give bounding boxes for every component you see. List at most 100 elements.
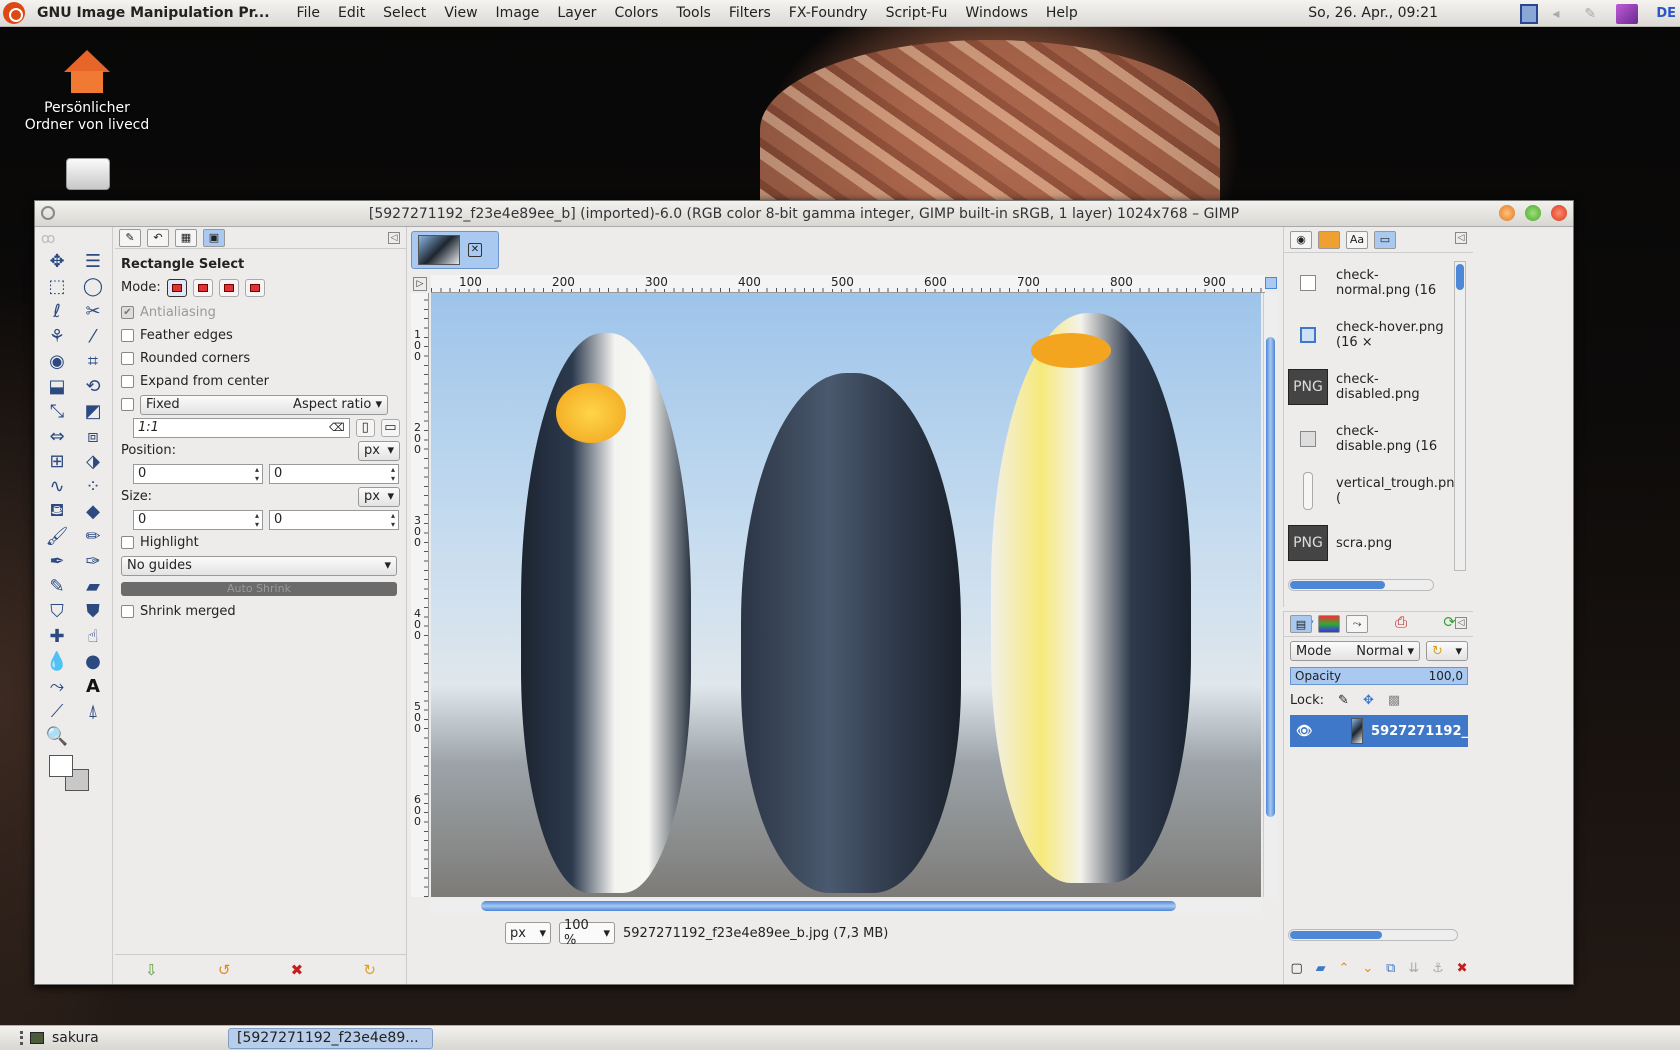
close-button[interactable] bbox=[1551, 205, 1567, 221]
device-status-tab-icon[interactable]: ▦ bbox=[175, 228, 197, 247]
raise-layer-icon[interactable]: ⌃ bbox=[1339, 961, 1350, 976]
foreground-select-icon[interactable]: ◉ bbox=[39, 349, 75, 374]
align-tool-icon[interactable]: ☰ bbox=[75, 249, 111, 274]
brush-list-hscroll-thumb[interactable] bbox=[1290, 581, 1385, 589]
duplicate-layer-icon[interactable]: ⧉ bbox=[1386, 961, 1395, 976]
fuzzy-select-tool-icon[interactable]: ⚘ bbox=[39, 324, 75, 349]
mode-intersect-button[interactable] bbox=[244, 278, 265, 297]
horizontal-scrollbar[interactable] bbox=[431, 899, 1261, 913]
merge-layer-icon[interactable]: ⇊ bbox=[1408, 961, 1419, 976]
session-icon[interactable] bbox=[1616, 3, 1639, 24]
list-item[interactable]: PNG check-disabled.png bbox=[1288, 361, 1452, 413]
menu-fx-foundry[interactable]: FX-Foundry bbox=[780, 5, 877, 21]
rounded-checkbox[interactable] bbox=[121, 352, 134, 365]
list-item[interactable]: check-normal.png (16 bbox=[1288, 257, 1452, 309]
menu-file[interactable]: File bbox=[288, 5, 329, 21]
cage-tool-icon[interactable]: ⊞ bbox=[39, 449, 75, 474]
tool-options-tab-icon[interactable]: ✎ bbox=[119, 228, 141, 247]
desktop-home-folder[interactable]: Persönlicher Ordner von livecd bbox=[22, 50, 152, 134]
size-w-input[interactable]: 0 bbox=[133, 509, 263, 530]
delete-layer-icon[interactable]: ✖ bbox=[1457, 961, 1468, 976]
guides-combo[interactable]: No guides ▾ bbox=[121, 555, 397, 576]
save-options-icon[interactable]: ⇩ bbox=[145, 961, 158, 979]
keyboard-layout[interactable]: DE bbox=[1656, 6, 1676, 21]
vertical-scroll-thumb[interactable] bbox=[1266, 337, 1275, 817]
desktop-drive[interactable] bbox=[64, 158, 112, 190]
clear-icon[interactable]: ⌫ bbox=[329, 421, 345, 434]
layers-panel-menu-icon[interactable]: ◁ bbox=[1455, 617, 1467, 629]
ubuntu-logo-icon[interactable] bbox=[3, 2, 25, 24]
auto-shrink-button[interactable]: Auto Shrink bbox=[121, 581, 397, 596]
magic-wand-icon[interactable]: ⁄ bbox=[75, 324, 111, 349]
composite-mode-combo[interactable]: ↻ ▾ bbox=[1426, 641, 1468, 661]
gradient-tool-icon[interactable]: ◆ bbox=[75, 499, 111, 524]
layers-tab-icon[interactable]: ▤ bbox=[1290, 615, 1312, 633]
path-tool-icon[interactable]: ⤳ bbox=[39, 674, 75, 699]
mode-replace-button[interactable] bbox=[166, 278, 187, 297]
perspective-tool-icon[interactable]: ⧈ bbox=[75, 424, 111, 449]
airbrush-icon[interactable]: ✒ bbox=[39, 549, 75, 574]
expand-row[interactable]: Expand from center bbox=[121, 370, 400, 393]
menu-help[interactable]: Help bbox=[1037, 5, 1087, 21]
ink-tool-icon[interactable]: ✑ bbox=[75, 549, 111, 574]
measure-tool-icon[interactable]: ⍋ bbox=[75, 699, 111, 724]
layer-row[interactable]: 👁 5927271192_ bbox=[1290, 715, 1468, 747]
shear-tool-icon[interactable]: ◩ bbox=[75, 399, 111, 424]
paths-tool-icon[interactable]: ⬓ bbox=[39, 374, 75, 399]
crop-tool-icon[interactable]: ⌗ bbox=[75, 349, 111, 374]
menu-image[interactable]: Image bbox=[487, 5, 549, 21]
horizontal-scroll-thumb[interactable] bbox=[481, 901, 1176, 911]
menu-edit[interactable]: Edit bbox=[329, 5, 374, 21]
image-tab[interactable]: ✕ bbox=[411, 231, 499, 269]
back-arrow-icon[interactable]: ◂ bbox=[1552, 6, 1570, 22]
heal-tool-icon[interactable]: ✚ bbox=[39, 624, 75, 649]
landscape-icon[interactable]: ▭ bbox=[380, 418, 401, 437]
list-item[interactable]: check-disable.png (16 bbox=[1288, 413, 1452, 465]
network-icon[interactable]: ✎ bbox=[1584, 6, 1602, 22]
documents-tab-icon[interactable]: ▭ bbox=[1374, 230, 1396, 249]
feather-row[interactable]: Feather edges bbox=[121, 324, 400, 347]
color-swatches[interactable] bbox=[49, 755, 91, 795]
menu-filters[interactable]: Filters bbox=[720, 5, 780, 21]
perspective-clone-icon[interactable]: ⛊ bbox=[75, 599, 111, 624]
undo-history-tab-icon[interactable]: ↶ bbox=[147, 228, 169, 247]
position-x-input[interactable]: 0 bbox=[133, 463, 263, 484]
mypaint-brush-icon[interactable]: ✎ bbox=[39, 574, 75, 599]
portrait-icon[interactable]: ▯ bbox=[355, 418, 375, 437]
lock-alpha-icon[interactable]: ▩ bbox=[1388, 693, 1400, 708]
brush-list-hscrollbar[interactable] bbox=[1288, 579, 1434, 591]
visibility-eye-icon[interactable]: 👁 bbox=[1296, 724, 1313, 739]
paths-tab-icon[interactable]: ⤳ bbox=[1346, 615, 1368, 633]
zoom-combo[interactable]: 100 % ▾ bbox=[559, 918, 615, 948]
delete-options-icon[interactable]: ✖ bbox=[291, 961, 304, 979]
highlight-checkbox[interactable] bbox=[121, 536, 134, 549]
eraser-icon[interactable]: ▰ bbox=[75, 574, 111, 599]
mode-add-button[interactable] bbox=[192, 278, 213, 297]
color-picker-icon[interactable]: ⟋ bbox=[39, 699, 75, 724]
shrink-merged-checkbox[interactable] bbox=[121, 605, 134, 618]
anchor-layer-icon[interactable]: ⚓ bbox=[1432, 961, 1444, 976]
warp-tool-icon[interactable]: ∿ bbox=[39, 474, 75, 499]
feather-checkbox[interactable] bbox=[121, 329, 134, 342]
clock[interactable]: So, 26. Apr., 09:21 bbox=[1308, 5, 1438, 21]
scissors-tool-icon[interactable]: ✂ bbox=[75, 299, 111, 324]
antialiasing-row[interactable]: Antialiasing bbox=[121, 301, 400, 324]
menu-view[interactable]: View bbox=[435, 5, 486, 21]
list-item[interactable]: vertical_trough.png ( bbox=[1288, 465, 1463, 517]
free-select-tool-icon[interactable]: ℓ bbox=[39, 299, 75, 324]
smudge-tool-icon[interactable]: ☝ bbox=[75, 624, 111, 649]
images-tab-icon[interactable]: ▣ bbox=[203, 228, 225, 247]
window-titlebar[interactable]: [5927271192_f23e4e89ee_b] (imported)-6.0… bbox=[35, 201, 1573, 227]
menu-windows[interactable]: Windows bbox=[956, 5, 1037, 21]
expand-checkbox[interactable] bbox=[121, 375, 134, 388]
minimize-button[interactable] bbox=[1499, 205, 1515, 221]
unit-combo[interactable]: px ▾ bbox=[505, 922, 551, 944]
text-tool-icon[interactable]: A bbox=[75, 674, 111, 699]
fixed-mode-combo[interactable]: Fixed Aspect ratio ▾ bbox=[140, 394, 388, 415]
blur-tool-icon[interactable]: 💧 bbox=[39, 649, 75, 674]
menu-colors[interactable]: Colors bbox=[605, 5, 667, 21]
reset-options-icon[interactable]: ↻ bbox=[363, 961, 376, 979]
image-canvas[interactable] bbox=[431, 293, 1261, 897]
highlight-row[interactable]: Highlight bbox=[121, 531, 400, 554]
layers-hscroll-thumb[interactable] bbox=[1290, 931, 1382, 939]
